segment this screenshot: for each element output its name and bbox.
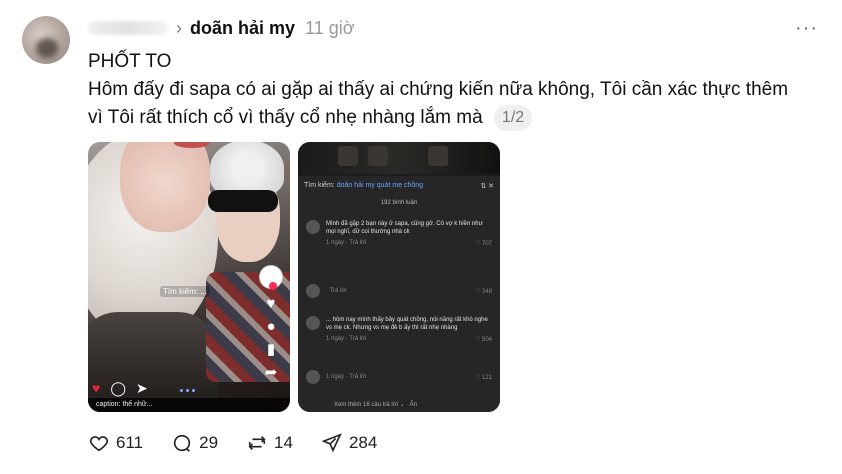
commenter-avatar — [306, 220, 320, 234]
comment-text: Mình đã gặp 2 bạn này ở sapa, cũng gở. C… — [326, 221, 483, 235]
comment-reply: Trả lời — [349, 240, 367, 246]
photo-sunglasses — [208, 190, 278, 212]
comment-text: ... hôm nay mình thấy bảy quát chồng, nó… — [326, 317, 488, 331]
post-header: › doãn hải my 11 giờ — [88, 16, 355, 40]
comment-item: ... hôm nay mình thấy bảy quát chồng, nó… — [306, 316, 492, 343]
share-count: 284 — [348, 433, 378, 452]
comment-time: 1 ngày — [326, 374, 345, 380]
comment-reply: Trả lời — [349, 336, 367, 342]
blurred-author[interactable] — [88, 21, 168, 35]
comment-item: · Trả lời ♡ 348 — [306, 284, 492, 298]
comment-button[interactable]: 29 — [171, 432, 218, 454]
repost-count: 14 — [274, 433, 293, 452]
more-replies-link: Xem thêm 16 câu trả lời — [334, 402, 398, 408]
comment-sheet: Tìm kiếm: doãn hải my quát mẹ chồng ⇅ ✕ … — [298, 176, 500, 412]
post-text: PHỐT TO Hôm đấy đi sapa có ai gặp ai thấ… — [88, 48, 808, 132]
author-name[interactable]: doãn hải my — [190, 18, 295, 39]
photo-face-left — [120, 142, 210, 232]
search-prefix: Tìm kiếm: — [304, 182, 335, 189]
media-screenshot-2[interactable]: Tìm kiếm: doãn hải my quát mẹ chồng ⇅ ✕ … — [298, 142, 500, 412]
avatar-blur — [36, 38, 58, 58]
repost-icon — [248, 435, 266, 451]
post-time: 11 giờ — [305, 17, 355, 38]
commenter-avatar — [306, 316, 320, 330]
comment-likes: 348 — [481, 289, 492, 295]
comment-likes: 707 — [481, 241, 492, 247]
photo-hat — [210, 142, 284, 196]
heart-icon: ♥ — [266, 295, 276, 312]
comment-reply: Trả lời — [349, 374, 367, 380]
post-actions: 611 29 14 284 — [88, 432, 377, 454]
tiktok-side-icons: ♥ ● ▮ ➦ — [260, 266, 282, 380]
hide-link: Ẩn — [409, 402, 418, 408]
post-body: Hôm đấy đi sapa có ai gặp ai thấy ai chứ… — [88, 79, 789, 128]
more-icon[interactable]: ··· — [795, 17, 818, 40]
share-button[interactable]: 284 — [321, 432, 377, 454]
heart-icon — [89, 436, 109, 452]
close-icon: ⇅ ✕ — [480, 183, 494, 190]
post-title: PHỐT TO — [88, 51, 172, 72]
comment-likes: 504 — [481, 337, 492, 343]
comment-reply: Trả lời — [329, 288, 347, 294]
author-avatar[interactable] — [22, 16, 70, 64]
photo-lips — [174, 142, 210, 148]
send-icon: ➤ — [135, 379, 148, 396]
chevron-right-icon: › — [176, 17, 182, 38]
creator-avatar-icon — [260, 266, 282, 290]
comment-icon: ◯ — [110, 379, 126, 396]
like-count: 611 — [116, 433, 144, 452]
comment-sheet-footer: Xem thêm 16 câu trả lời ⌄ Ẩn — [334, 402, 418, 408]
comment-likes: 121 — [481, 375, 492, 381]
media-pager: 1/2 — [493, 105, 533, 131]
comment-count: 192 bình luận — [380, 200, 418, 206]
comment-count-label: 29 — [199, 433, 219, 452]
photo-action-bar: ♥ ◯ ➤ — [88, 378, 290, 398]
comment-sheet-header: Tìm kiếm: doãn hải my quát mẹ chồng ⇅ ✕ — [304, 182, 494, 190]
commenter-avatar — [306, 370, 320, 384]
photo-caption: caption: thế nhữ... — [88, 398, 290, 412]
comment-item: 1 ngày · Trả lời ♡ 121 — [306, 370, 492, 384]
comment-item: Mình đã gặp 2 bạn này ở sapa, cũng gở. C… — [306, 220, 492, 247]
video-top-strip — [298, 142, 500, 174]
comment-time: 1 ngày — [326, 240, 345, 246]
comment-time: 1 ngày — [326, 336, 345, 342]
commenter-avatar — [306, 284, 320, 298]
like-button[interactable]: 611 — [88, 432, 143, 454]
repost-button[interactable]: 14 — [246, 432, 293, 454]
search-tag: Tìm kiếm: ... — [160, 286, 210, 297]
bookmark-icon: ▮ — [266, 341, 276, 358]
search-query: doãn hải my quát mẹ chồng — [336, 182, 424, 189]
media-photo-1[interactable]: Tìm kiếm: ... ♥ ● ▮ ➦ ♥ ◯ ➤ caption: thế… — [88, 142, 290, 412]
comment-bubble-icon: ● — [266, 318, 276, 335]
comment-icon — [174, 434, 191, 452]
heart-icon: ♥ — [92, 380, 101, 396]
share-icon — [321, 433, 342, 453]
